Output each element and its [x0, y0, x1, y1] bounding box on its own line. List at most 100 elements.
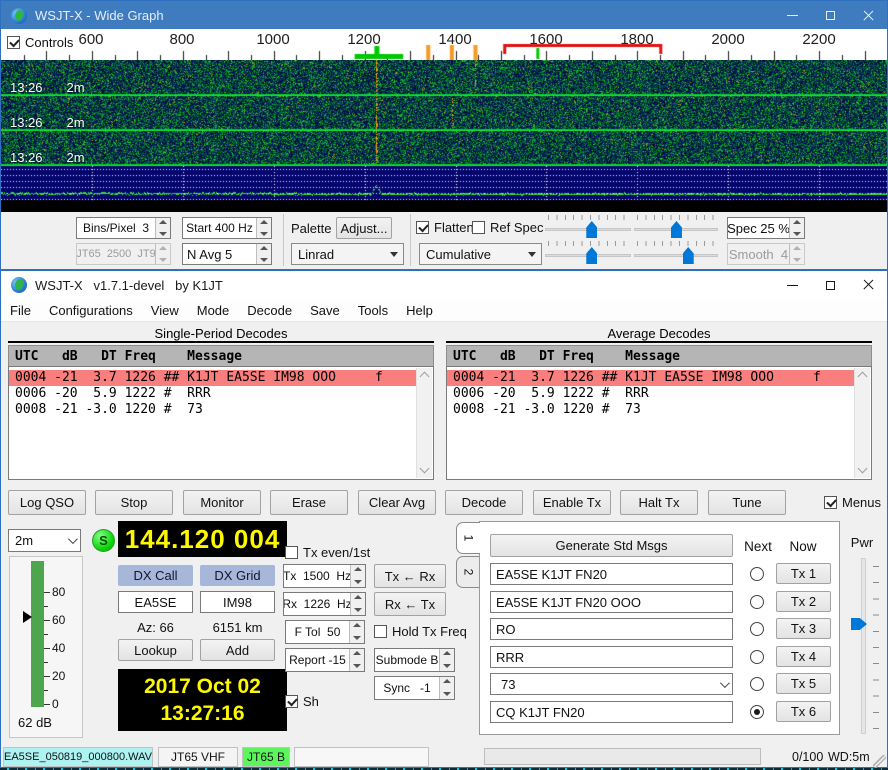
tx3-message-input[interactable]: RO — [490, 618, 733, 640]
menu-help[interactable]: Help — [397, 299, 442, 321]
spin-arrows-icon[interactable] — [439, 649, 454, 671]
decode-row[interactable]: 0008 -21 -3.0 1220 # 73 — [447, 402, 854, 418]
n-avg-spinner[interactable]: N Avg 5 — [182, 243, 272, 265]
tx1-message-input[interactable]: EA5SE K1JT FN20 — [490, 563, 733, 585]
menu-save[interactable]: Save — [301, 299, 349, 321]
scrollbar[interactable] — [416, 368, 432, 478]
tab-2[interactable]: 2 — [456, 556, 480, 588]
spectrum-zero-slider[interactable] — [634, 241, 718, 265]
decode-row[interactable]: 0008 -21 -3.0 1220 # 73 — [9, 402, 416, 418]
tx-even-checkbox[interactable]: Tx even/1st — [285, 545, 370, 560]
waterfall-canvas[interactable] — [1, 60, 887, 212]
spin-arrows-icon[interactable] — [256, 244, 271, 264]
minimize-icon[interactable] — [773, 271, 811, 299]
menu-file[interactable]: File — [1, 299, 40, 321]
spin-arrows-icon[interactable] — [350, 593, 365, 615]
tx2-message-input[interactable]: EA5SE K1JT FN20 OOO — [490, 591, 733, 613]
decode-row[interactable]: 0006 -20 5.9 1222 # RRR — [447, 386, 854, 402]
display-mode-combo[interactable]: Cumulative — [419, 243, 542, 265]
monitor-button[interactable]: Monitor — [183, 490, 261, 515]
sh-checkbox[interactable]: Sh — [285, 694, 319, 709]
spec-percent-spinner[interactable]: Spec 25 % — [727, 217, 805, 239]
palette-adjust-button[interactable]: Adjust... — [336, 217, 392, 239]
spectrum-gain-slider[interactable] — [634, 215, 718, 239]
tx6-message-input[interactable]: CQ K1JT FN20 — [490, 701, 733, 723]
stop-button[interactable]: Stop — [95, 490, 173, 515]
bins-pixel-spinner[interactable]: Bins/Pixel 3 — [76, 217, 171, 239]
menu-tools[interactable]: Tools — [349, 299, 397, 321]
scroll-up-icon[interactable] — [417, 368, 432, 383]
close-icon[interactable] — [849, 1, 887, 30]
decode-row[interactable]: 0006 -20 5.9 1222 # RRR — [9, 386, 416, 402]
spin-arrows-icon[interactable] — [349, 621, 364, 643]
slider-thumb[interactable] — [586, 221, 597, 238]
rx-freq-spinner[interactable]: Rx 1226 Hz — [283, 592, 366, 616]
minimize-icon[interactable] — [773, 1, 811, 30]
tx3-next-radio[interactable] — [750, 622, 764, 636]
band-combo[interactable]: 2m — [8, 529, 81, 552]
log-qso-button[interactable]: Log QSO — [8, 490, 86, 515]
menu-view[interactable]: View — [142, 299, 188, 321]
generate-std-msgs-button[interactable]: Generate Std Msgs — [490, 534, 733, 557]
clear-avg-button[interactable]: Clear Avg — [358, 490, 436, 515]
enable-tx-button[interactable]: Enable Tx — [533, 490, 611, 515]
add-button[interactable]: Add — [200, 639, 275, 661]
decode-row[interactable]: 0004 -21 3.7 1226 ## K1JT EA5SE IM98 OOO… — [9, 370, 416, 386]
spin-arrows-icon[interactable] — [155, 218, 170, 238]
average-decodes-list[interactable]: 0004 -21 3.7 1226 ## K1JT EA5SE IM98 OOO… — [446, 366, 872, 480]
wide-graph-titlebar[interactable]: WSJT-X - Wide Graph — [1, 1, 887, 30]
tx4-next-radio[interactable] — [750, 650, 764, 664]
scroll-up-icon[interactable] — [855, 368, 870, 383]
tx-freq-spinner[interactable]: Tx 1500 Hz — [283, 564, 366, 588]
spin-arrows-icon[interactable] — [349, 649, 364, 671]
dx-call-input[interactable]: EA5SE — [118, 591, 193, 613]
start-hz-spinner[interactable]: Start 400 Hz — [182, 217, 272, 239]
close-icon[interactable] — [849, 271, 887, 299]
report-spinner[interactable]: Report -15 — [285, 648, 365, 672]
slider-thumb[interactable] — [586, 247, 597, 264]
dx-grid-input[interactable]: IM98 — [200, 591, 275, 613]
tx-to-rx-button[interactable]: Tx ← Rx — [374, 564, 446, 588]
f-tol-spinner[interactable]: F Tol 50 — [285, 620, 365, 644]
controls-checkbox[interactable]: Controls — [7, 35, 73, 50]
tx1-next-radio[interactable] — [750, 567, 764, 581]
tx2-next-radio[interactable] — [750, 595, 764, 609]
main-titlebar[interactable]: WSJT-X v1.7.1-devel by K1JT — [1, 271, 887, 300]
tx3-now-button[interactable]: Tx 3 — [776, 618, 831, 639]
waterfall-gain-slider[interactable] — [545, 215, 631, 239]
hold-tx-freq-checkbox[interactable]: Hold Tx Freq — [374, 624, 467, 639]
waterfall-zero-slider[interactable] — [545, 241, 631, 265]
halt-tx-button[interactable]: Halt Tx — [620, 490, 698, 515]
rx-to-tx-button[interactable]: Rx ← Tx — [374, 592, 446, 616]
pwr-slider[interactable] — [861, 558, 866, 734]
maximize-icon[interactable] — [811, 1, 849, 30]
ref-spec-checkbox[interactable]: Ref Spec — [472, 220, 543, 235]
sync-spinner[interactable]: Sync -1 — [374, 676, 455, 700]
decode-row[interactable]: 0004 -21 3.7 1226 ## K1JT EA5SE IM98 OOO… — [447, 370, 854, 386]
tab-1[interactable]: 1 — [456, 522, 480, 554]
menus-checkbox[interactable]: Menus — [824, 495, 881, 510]
slider-thumb[interactable] — [683, 247, 694, 264]
maximize-icon[interactable] — [811, 271, 849, 299]
scroll-down-icon[interactable] — [417, 463, 432, 478]
tx5-message-combo[interactable]: 73 — [490, 673, 733, 695]
spin-arrows-icon[interactable] — [789, 218, 804, 238]
single-decodes-list[interactable]: 0004 -21 3.7 1226 ## K1JT EA5SE IM98 OOO… — [8, 366, 434, 480]
palette-combo[interactable]: Linrad — [291, 243, 404, 265]
spin-arrows-icon[interactable] — [256, 218, 271, 238]
tx4-message-input[interactable]: RRR — [490, 646, 733, 668]
erase-button[interactable]: Erase — [270, 490, 348, 515]
tx5-now-button[interactable]: Tx 5 — [776, 673, 831, 694]
flatten-checkbox[interactable]: Flatten — [416, 220, 474, 235]
tx2-now-button[interactable]: Tx 2 — [776, 591, 831, 612]
submode-spinner[interactable]: Submode B — [374, 648, 455, 672]
status-s-button[interactable]: S — [92, 529, 115, 552]
lookup-button[interactable]: Lookup — [118, 639, 193, 661]
tx1-now-button[interactable]: Tx 1 — [776, 563, 831, 584]
resize-grip[interactable] — [873, 755, 886, 768]
slider-thumb[interactable] — [671, 221, 682, 238]
menu-mode[interactable]: Mode — [188, 299, 239, 321]
tx5-next-radio[interactable] — [750, 677, 764, 691]
decode-button[interactable]: Decode — [445, 490, 523, 515]
spin-arrows-icon[interactable] — [350, 565, 365, 587]
